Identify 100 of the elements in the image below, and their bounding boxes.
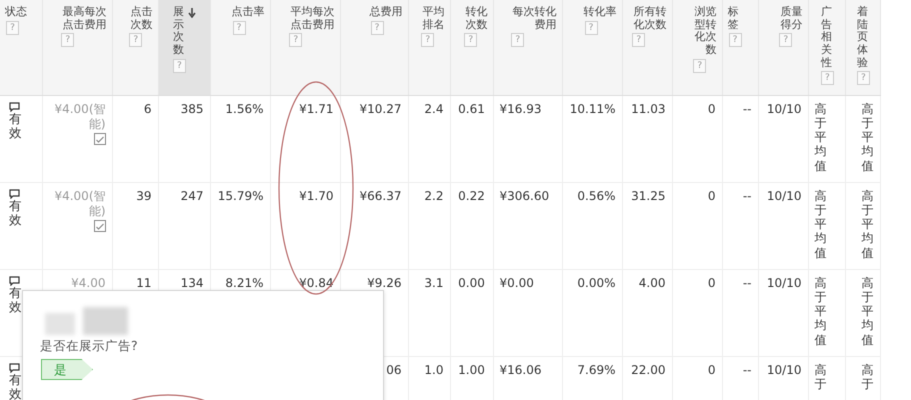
status-text: 有效 [9, 373, 22, 400]
table-cell: 0.61 [458, 102, 485, 116]
table-cell: 6 [144, 102, 152, 116]
help-icon[interactable]: ? [232, 20, 246, 35]
table-cell: 15.79% [218, 189, 264, 203]
bid-strategy-text: (智能) [88, 102, 106, 131]
help-icon[interactable]: ? [464, 33, 478, 48]
help-icon[interactable]: ? [728, 33, 742, 48]
column-header[interactable]: 展示次数 [172, 6, 186, 57]
column-header[interactable]: 状态 [5, 6, 27, 19]
speech-bubble-icon[interactable] [9, 102, 20, 112]
answer-tag: 是 [41, 359, 93, 380]
table-cell: -- [742, 102, 752, 116]
max-cpc-value[interactable]: ¥4.00 [54, 102, 89, 116]
status-text: 有效 [9, 112, 22, 141]
status-text: 有效 [9, 199, 22, 228]
column-header[interactable]: 转化率 [584, 6, 616, 19]
help-icon[interactable]: ? [693, 58, 706, 73]
table-cell: 10.11% [570, 102, 616, 116]
table-cell: ¥66.37 [360, 189, 402, 203]
help-icon[interactable]: ? [632, 33, 646, 48]
table-cell: ¥0.84 [299, 276, 334, 290]
column-header[interactable]: 标签 [728, 6, 741, 32]
table-cell: 高于平均值 [862, 189, 874, 260]
help-icon[interactable]: ? [129, 33, 142, 48]
table-cell: 10/10 [766, 276, 802, 290]
help-icon[interactable]: ? [370, 20, 384, 35]
table-cell: 11 [136, 276, 152, 290]
column-header[interactable]: 平均排名 [420, 6, 444, 32]
help-icon[interactable]: ? [584, 20, 598, 35]
column-header[interactable]: 点击率 [232, 6, 264, 19]
table-cell: 22.00 [631, 363, 666, 377]
column-header[interactable]: 所有转化次数 [631, 6, 666, 32]
column-header[interactable]: 质量得分 [778, 6, 802, 32]
table-cell: 高于平均值 [862, 276, 874, 347]
table-cell: 高于平均值 [862, 102, 874, 173]
table-cell: ¥16.93 [500, 102, 542, 116]
help-icon[interactable]: ? [820, 71, 834, 86]
table-cell: 0 [708, 102, 716, 116]
column-header[interactable]: 点击次数 [128, 6, 152, 32]
table-cell: 8.21% [225, 276, 264, 290]
table-cell: 1.56% [225, 102, 264, 116]
table-cell: 7.69% [577, 363, 616, 377]
table-cell: 247 [180, 189, 204, 203]
column-header[interactable]: 总费用 [370, 6, 402, 19]
column-header[interactable]: 最高每次点击费用 [60, 6, 106, 32]
help-icon[interactable]: ? [289, 33, 302, 48]
table-cell: ¥0.00 [500, 276, 534, 290]
column-header[interactable]: 广告相关性 [820, 6, 834, 70]
table-cell: 0.56% [577, 189, 616, 203]
help-icon[interactable]: ? [779, 33, 792, 48]
table-cell: 385 [180, 102, 204, 116]
table-cell: 0 [708, 276, 716, 290]
max-cpc-value[interactable]: ¥4.00 [71, 276, 106, 290]
table-cell: 10/10 [766, 189, 802, 203]
table-cell: 0.00 [458, 276, 485, 290]
table-cell: -- [742, 276, 752, 290]
speech-bubble-icon[interactable] [9, 363, 20, 373]
trend-chart-icon[interactable] [94, 133, 106, 145]
table-cell: 39 [136, 189, 152, 203]
column-header[interactable]: 浏览型转化次数 [692, 6, 716, 57]
table-cell: -- [742, 363, 752, 377]
help-icon[interactable]: ? [421, 33, 434, 48]
table-cell: 10/10 [766, 102, 802, 116]
table-cell: ¥1.70 [299, 189, 334, 203]
help-icon[interactable]: ? [6, 20, 19, 35]
speech-bubble-icon[interactable] [9, 276, 20, 286]
table-cell: 11.03 [631, 102, 666, 116]
max-cpc-value[interactable]: ¥4.00 [54, 189, 89, 203]
table-cell: ¥9.26 [367, 276, 402, 290]
table-cell: 高于 [814, 363, 826, 392]
table-cell: 0 [708, 363, 716, 377]
column-header[interactable]: 平均每次点击费用 [288, 6, 334, 32]
table-cell: 134 [180, 276, 204, 290]
help-icon[interactable]: ? [61, 33, 74, 48]
table-cell: 1.0 [424, 363, 444, 377]
table-cell: 06 [386, 363, 402, 377]
help-icon[interactable]: ? [172, 58, 186, 73]
table-cell: 4.00 [638, 276, 666, 290]
table-cell: ¥10.27 [360, 102, 402, 116]
table-cell: ¥16.06 [500, 363, 542, 377]
help-icon[interactable]: ? [511, 33, 524, 48]
column-header[interactable]: 每次转化费用 [510, 6, 556, 32]
table-cell: 2.2 [424, 189, 444, 203]
table-cell: 31.25 [631, 189, 666, 203]
table-cell: 1.00 [458, 363, 485, 377]
column-header[interactable]: 着陆页体验 [856, 6, 870, 70]
table-cell: -- [742, 189, 752, 203]
table-cell: 0.00% [577, 276, 616, 290]
table-cell: 0 [708, 189, 716, 203]
speech-bubble-icon[interactable] [9, 189, 20, 199]
table-cell: ¥306.60 [500, 189, 550, 203]
sort-down-arrow-icon[interactable] [188, 8, 196, 18]
trend-chart-icon[interactable] [94, 220, 106, 232]
table-cell: 3.1 [424, 276, 444, 290]
help-icon[interactable]: ? [856, 71, 870, 86]
table-cell: 0.22 [458, 189, 485, 203]
column-header[interactable]: 转化次数 [463, 6, 488, 32]
table-cell: 10/10 [766, 363, 802, 377]
table-cell: 高于平均值 [814, 102, 826, 173]
